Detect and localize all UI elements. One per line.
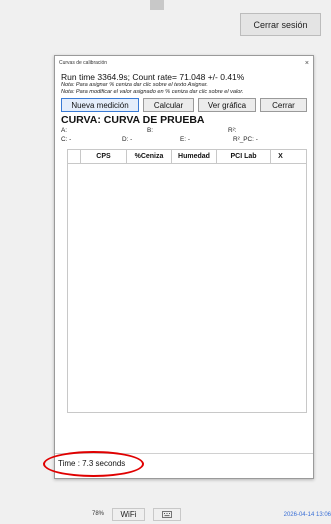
note-assign: Nota: Para asignar % ceniza dar clic sob… (61, 82, 208, 88)
close-icon[interactable]: × (305, 60, 309, 67)
logout-button[interactable]: Cerrar sesión (240, 13, 321, 36)
dialog-title-bar: Curvas de calibración × (55, 56, 313, 70)
column-header-select (68, 150, 81, 163)
runtime-text: Run time 3364.9s; Count rate= 71.048 +/-… (61, 72, 245, 82)
close-button[interactable]: Cerrar (260, 98, 307, 112)
param-r2: R²: (228, 127, 237, 134)
param-d: D: - (122, 136, 133, 143)
curve-title: CURVA: CURVA DE PRUEBA (61, 114, 205, 126)
keyboard-icon[interactable] (153, 508, 181, 521)
column-header-ceniza: %Ceniza (127, 150, 172, 163)
param-b: B: (147, 127, 154, 134)
column-header-x: X (278, 153, 283, 160)
wifi-button[interactable]: WiFi (112, 508, 145, 521)
datetime: 2026-04-14 13:06 (283, 512, 331, 518)
dialog-title: Curvas de calibración (59, 60, 108, 66)
highlight-oval (43, 451, 144, 477)
battery-level: 78% (92, 511, 105, 517)
param-c: C: - (61, 136, 72, 143)
new-measurement-button[interactable]: Nueva medición (61, 98, 139, 112)
keyboard-glyph (162, 511, 172, 518)
calculate-button[interactable]: Calcular (143, 98, 194, 112)
param-a: A: (61, 127, 68, 134)
note-modify: Nota: Para modificar el valor asignado e… (61, 89, 244, 95)
column-header-cps: CPS (81, 150, 127, 163)
column-header-pci-lab: PCI Lab (217, 150, 271, 163)
top-bar-fragment (150, 0, 164, 10)
curve-parameters: A: B: R²: C: - D: - E: - R²_PC: - (55, 126, 313, 146)
calibration-table: CPS %Ceniza Humedad PCI Lab X (67, 149, 307, 413)
param-r2-pc: R²_PC: - (233, 136, 258, 143)
view-chart-button[interactable]: Ver gráfica (198, 98, 256, 112)
calibration-dialog: Curvas de calibración × Run time 3364.9s… (54, 55, 314, 479)
taskbar: 78% WiFi 2026-04-14 13:06 (0, 508, 331, 524)
column-header-humedad: Humedad (172, 150, 217, 163)
param-e: E: - (180, 136, 190, 143)
table-header: CPS %Ceniza Humedad PCI Lab X (68, 150, 306, 164)
